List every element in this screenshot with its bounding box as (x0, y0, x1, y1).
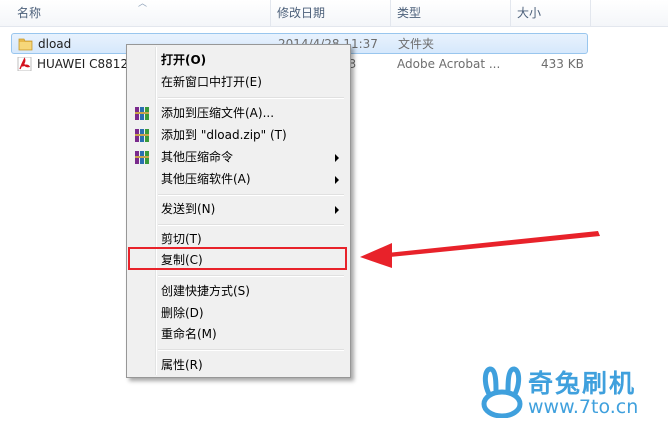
rabbit-logo-icon (481, 366, 523, 418)
watermark-name: 奇兔刷机 (528, 369, 637, 398)
watermark-logo: 奇兔刷机 www.7to.cn (478, 362, 664, 422)
arrow-shaft (378, 231, 600, 258)
watermark-url: www.7to.cn (528, 396, 639, 418)
arrow-head (360, 243, 392, 268)
